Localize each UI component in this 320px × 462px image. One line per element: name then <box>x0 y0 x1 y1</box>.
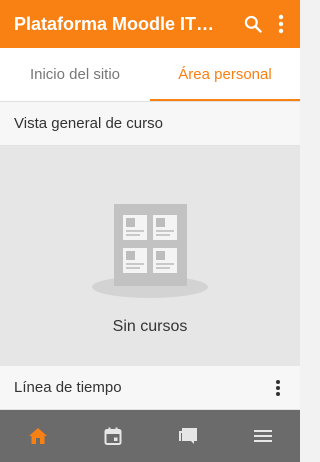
timeline-title: Línea de tiempo <box>14 379 122 396</box>
card-illustration <box>153 248 177 273</box>
card-illustration <box>153 215 177 240</box>
tab-area-personal[interactable]: Área personal <box>150 48 300 101</box>
empty-courses-state: Sin cursos <box>0 146 300 366</box>
page-title: Plataforma Moodle IT… <box>14 13 215 34</box>
course-overview-header: Vista general de curso <box>0 102 300 146</box>
card-illustration <box>123 248 147 273</box>
courses-empty-illustration-icon <box>114 204 187 286</box>
menu-icon[interactable] <box>225 410 300 462</box>
bottom-navigation <box>0 410 300 462</box>
empty-courses-text: Sin cursos <box>112 318 188 335</box>
timeline-header: Línea de tiempo <box>0 366 300 410</box>
tab-inicio-del-sitio[interactable]: Inicio del sitio <box>0 48 150 101</box>
course-overview-title: Vista general de curso <box>14 115 163 132</box>
calendar-icon[interactable] <box>75 410 150 462</box>
more-vert-icon[interactable] <box>266 366 290 410</box>
app-screen: Plataforma Moodle IT… Inicio del sitio Á… <box>0 0 300 462</box>
app-bar: Plataforma Moodle IT… <box>0 0 300 48</box>
home-icon[interactable] <box>0 410 75 462</box>
search-icon[interactable] <box>238 0 268 48</box>
more-vert-icon[interactable] <box>268 0 294 48</box>
card-illustration <box>123 215 147 240</box>
messages-icon[interactable] <box>150 410 225 462</box>
tab-bar: Inicio del sitio Área personal <box>0 48 300 102</box>
